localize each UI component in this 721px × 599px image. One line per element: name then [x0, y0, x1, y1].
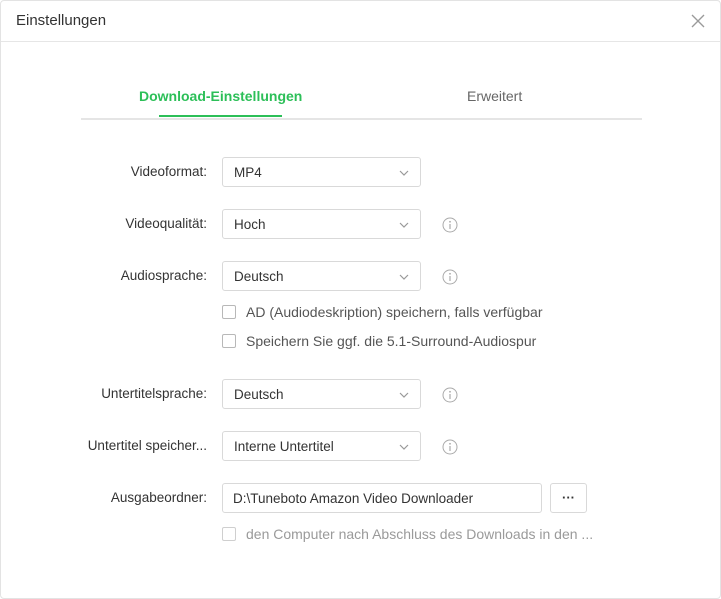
ausgabeordner-label: Ausgabeordner:	[110, 490, 207, 505]
close-icon	[691, 14, 705, 28]
dialog-title: Einstellungen	[16, 12, 107, 29]
surround-checkbox-label: Speichern Sie ggf. die 5.1-Surround-Audi…	[246, 333, 537, 349]
videoqualitaet-label: Videoqualität:	[125, 216, 207, 231]
videoformat-label: Videoformat:	[130, 164, 207, 179]
output-folder-input[interactable]	[222, 483, 542, 513]
shutdown-checkbox[interactable]	[222, 527, 236, 541]
audiosprache-label: Audiosprache:	[120, 268, 207, 283]
browse-folder-button[interactable]: ···	[550, 483, 587, 513]
chevron-down-icon	[399, 392, 409, 398]
info-icon[interactable]	[442, 217, 458, 233]
info-icon[interactable]	[442, 439, 458, 455]
info-icon[interactable]	[442, 269, 458, 285]
untertitelsprache-select[interactable]: Deutsch	[222, 379, 421, 409]
audiosprache-value: Deutsch	[234, 269, 284, 284]
untertitel-speichern-label: Untertitel speicher...	[87, 438, 207, 453]
chevron-down-icon	[399, 170, 409, 176]
info-icon[interactable]	[442, 387, 458, 403]
ad-checkbox-label: AD (Audiodeskription) speichern, falls v…	[246, 304, 543, 320]
audiosprache-select[interactable]: Deutsch	[222, 261, 421, 291]
untertitel-speichern-value: Interne Untertitel	[234, 439, 334, 454]
untertitelsprache-label: Untertitelsprache:	[101, 386, 207, 401]
chevron-down-icon	[399, 222, 409, 228]
untertitelsprache-value: Deutsch	[234, 387, 284, 402]
close-button[interactable]	[690, 13, 706, 29]
chevron-down-icon	[399, 274, 409, 280]
tab-download-settings[interactable]: Download-Einstellungen	[139, 88, 302, 117]
ad-checkbox[interactable]	[222, 305, 236, 319]
dialog-titlebar: Einstellungen	[1, 1, 720, 42]
videoqualitaet-value: Hoch	[234, 217, 266, 232]
videoformat-select[interactable]: MP4	[222, 157, 421, 187]
settings-dialog: Einstellungen Download-Einstellungen Erw…	[0, 0, 721, 599]
surround-checkbox[interactable]	[222, 334, 236, 348]
settings-tabs: Download-Einstellungen Erweitert	[81, 88, 642, 120]
chevron-down-icon	[399, 444, 409, 450]
tab-advanced[interactable]: Erweitert	[467, 88, 522, 104]
videoqualitaet-select[interactable]: Hoch	[222, 209, 421, 239]
videoformat-value: MP4	[234, 165, 262, 180]
shutdown-checkbox-label: den Computer nach Abschluss des Download…	[246, 526, 594, 542]
untertitel-speichern-select[interactable]: Interne Untertitel	[222, 431, 421, 461]
